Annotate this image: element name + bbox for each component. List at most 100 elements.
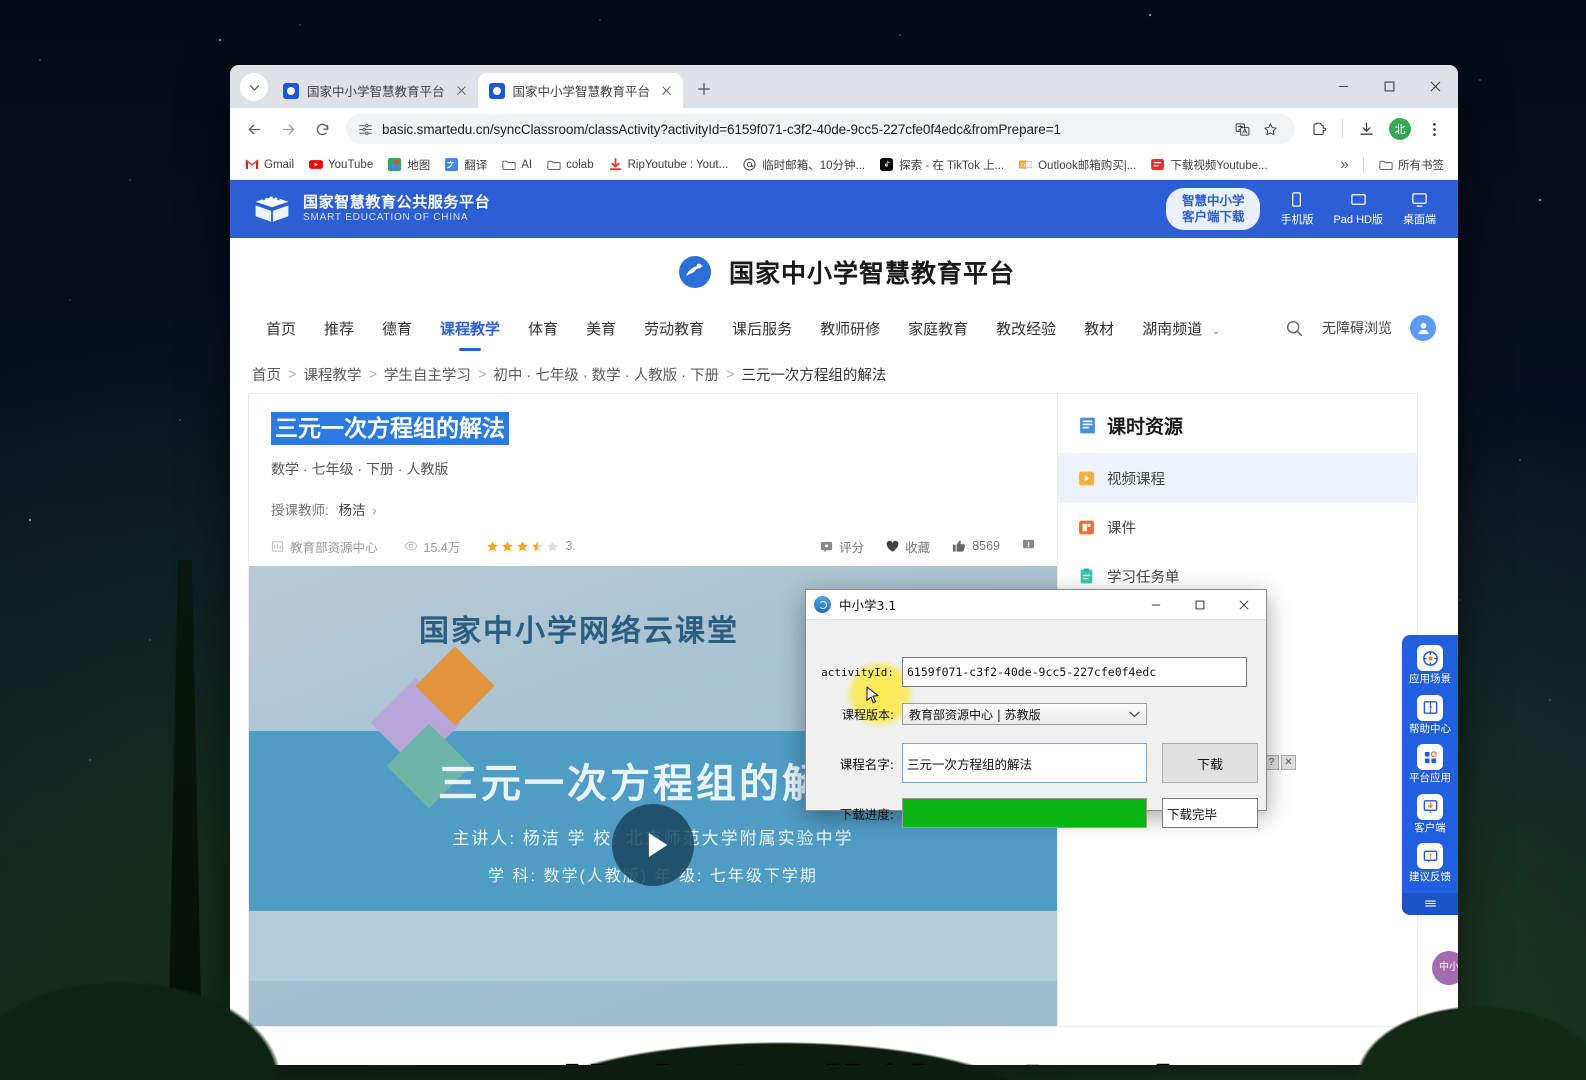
nav-item-labor[interactable]: 劳动教育 [630, 318, 718, 339]
close-window-button[interactable] [1412, 65, 1458, 108]
accessibility-link[interactable]: 无障碍浏览 [1322, 318, 1392, 338]
resource-item-video[interactable]: 视频课程 [1058, 454, 1417, 503]
download-button[interactable]: 下载 [1162, 743, 1258, 783]
bookmark-item[interactable]: YouTube [302, 154, 379, 175]
bookmark-item[interactable]: 地图 [381, 154, 436, 176]
reload-button[interactable] [306, 113, 338, 145]
dialog-close-button[interactable] [1222, 590, 1266, 620]
nav-item-moral[interactable]: 德育 [368, 318, 426, 339]
overlay-mini-controls: ? ✕ [1264, 755, 1296, 770]
floatbar-item-client[interactable]: 客户端 [1414, 793, 1446, 835]
nav-item-recommend[interactable]: 推荐 [310, 318, 368, 339]
nav-item-family-education[interactable]: 家庭教育 [894, 318, 982, 339]
rating-stars[interactable] [486, 540, 559, 553]
action-like[interactable]: 8569 [952, 539, 1000, 553]
dialog-minimize-button[interactable] [1134, 590, 1178, 620]
course-version-select[interactable]: 教育部资源中心 | 苏教版 [902, 703, 1147, 725]
breadcrumb-item[interactable]: 首页 [252, 364, 281, 385]
nav-item-textbooks[interactable]: 教材 [1070, 318, 1128, 339]
browser-tab-2[interactable]: 国家中小学智慧教育平台 [477, 73, 684, 108]
back-button[interactable] [238, 113, 270, 145]
site-header-bar: 国家智慧教育公共服务平台 SMART EDUCATION OF CHINA 智慧… [230, 180, 1458, 238]
teacher-name[interactable]: 杨洁 [339, 503, 366, 518]
bookmark-item[interactable]: AI [495, 154, 538, 175]
user-avatar[interactable] [1410, 315, 1436, 341]
bookmark-label: 地图 [407, 159, 431, 172]
site-settings-icon[interactable] [358, 122, 373, 137]
close-mini-button[interactable]: ✕ [1281, 755, 1296, 770]
bookmark-item[interactable]: colab [540, 154, 600, 175]
platform-logo[interactable]: 国家智慧教育公共服务平台 SMART EDUCATION OF CHINA [252, 192, 490, 226]
resources-header: 课时资源 [1058, 394, 1417, 454]
extensions-button[interactable] [1303, 113, 1335, 145]
course-name-input[interactable]: 三元一次方程组的解法 [902, 743, 1147, 783]
download-option-mobile[interactable]: 手机版 [1280, 191, 1313, 227]
platform-name-en: SMART EDUCATION OF CHINA [303, 211, 469, 223]
bookmark-item[interactable]: O Outlook邮箱购买|... [1012, 154, 1142, 176]
bookmark-item[interactable]: 临时邮箱、10分钟... [736, 154, 871, 176]
nav-item-home[interactable]: 首页 [252, 318, 310, 339]
translate-icon [1235, 122, 1249, 136]
breadcrumb-item[interactable]: 学生自主学习 [384, 364, 471, 385]
maximize-button[interactable] [1366, 65, 1412, 108]
breadcrumb-item[interactable]: 课程教学 [303, 364, 361, 385]
activity-id-input[interactable]: 6159f071-c3f2-40de-9cc5-227cfe0f4edc [902, 657, 1247, 687]
nav-item-pe[interactable]: 体育 [514, 318, 572, 339]
nav-item-reform-experience[interactable]: 教改经验 [982, 318, 1070, 339]
chrome-menu-button[interactable] [1418, 113, 1450, 145]
floatbar-item-apps[interactable]: 平台应用 [1409, 744, 1451, 785]
tab-title: 国家中小学智慧教育平台 [512, 85, 651, 99]
search-icon[interactable] [1285, 319, 1304, 338]
downloads-button[interactable] [1350, 113, 1382, 145]
download-option-label: 桌面端 [1403, 214, 1436, 226]
platform-name: 国家智慧教育公共服务平台 [303, 194, 491, 212]
resource-item-courseware[interactable]: 课件 [1058, 503, 1417, 552]
minimize-button[interactable] [1320, 65, 1366, 108]
bookmarks-bar: Gmail YouTube 地图 翻译 AI colab RipYoutube … [230, 150, 1458, 180]
browser-tab-1[interactable]: 国家中小学智慧教育平台 [272, 73, 478, 108]
download-progress-bar [902, 798, 1147, 828]
tab-close-icon[interactable] [453, 82, 470, 99]
download-option-desktop[interactable]: 桌面端 [1403, 191, 1436, 227]
forward-button[interactable] [272, 113, 304, 145]
dialog-maximize-button[interactable] [1178, 590, 1222, 620]
translate-page-button[interactable] [1229, 116, 1255, 142]
bookmark-item[interactable]: RipYoutube : Yout... [602, 154, 735, 175]
nav-item-curriculum[interactable]: 课程教学 [426, 318, 514, 339]
new-tab-button[interactable] [689, 74, 719, 104]
outlook-icon: O [1018, 157, 1033, 172]
floatbar-item-help[interactable]: ? 帮助中心 [1409, 694, 1451, 736]
activity-id-value: 6159f071-c3f2-40de-9cc5-227cfe0f4edc [907, 665, 1157, 679]
bookmark-item[interactable]: Gmail [238, 154, 300, 175]
nav-item-teacher-training[interactable]: 教师研修 [806, 318, 894, 339]
nav-item-afterschool[interactable]: 课后服务 [718, 318, 806, 339]
action-report[interactable] [1022, 538, 1035, 554]
floatbar-badge[interactable]: 中小 [1432, 951, 1458, 985]
nav-item-hunan-channel[interactable]: 湖南频道 ⌄ [1128, 318, 1234, 339]
course-rating[interactable]: 3. [486, 539, 576, 554]
tab-search-button[interactable] [240, 73, 268, 101]
action-favorite[interactable]: 收藏 [886, 537, 930, 556]
bookmark-star-button[interactable] [1257, 116, 1283, 142]
download-option-pad[interactable]: Pad HD版 [1333, 191, 1383, 227]
bookmarks-overflow-button[interactable]: » [1334, 156, 1355, 174]
course-teacher: 授课教师: 杨洁 › [271, 499, 1035, 519]
breadcrumb-item[interactable]: 初中 · 七年级 · 数学 · 人教版 · 下册 [493, 364, 719, 385]
bookmark-item[interactable]: 探索 - 在 TikTok 上... [873, 154, 1010, 176]
floatbar-item-scenario[interactable]: 应用场景 [1409, 645, 1451, 686]
rating-value: 3. [565, 539, 576, 554]
nav-item-art[interactable]: 美育 [572, 318, 630, 339]
tab-close-icon[interactable] [658, 82, 675, 99]
client-download-button[interactable]: 智慧中小学 客户端下载 [1165, 187, 1261, 231]
all-bookmarks-button[interactable]: 所有书签 [1372, 154, 1450, 176]
profile-avatar[interactable]: 北 [1384, 113, 1416, 145]
bookmark-item[interactable]: 下载视频Youtube... [1144, 154, 1273, 176]
progress-fill [903, 799, 1146, 827]
floatbar-item-feedback[interactable]: 建议反馈 [1409, 843, 1451, 884]
bookmark-item[interactable]: 翻译 [438, 154, 493, 176]
dialog-body: activityId: 6159f071-c3f2-40de-9cc5-227c… [806, 620, 1266, 828]
address-bar[interactable]: basic.smartedu.cn/syncClassroom/classAct… [346, 114, 1295, 144]
action-rate[interactable]: 评分 [820, 537, 864, 556]
play-button[interactable] [612, 803, 694, 886]
floatbar-collapse-button[interactable] [1402, 892, 1458, 915]
